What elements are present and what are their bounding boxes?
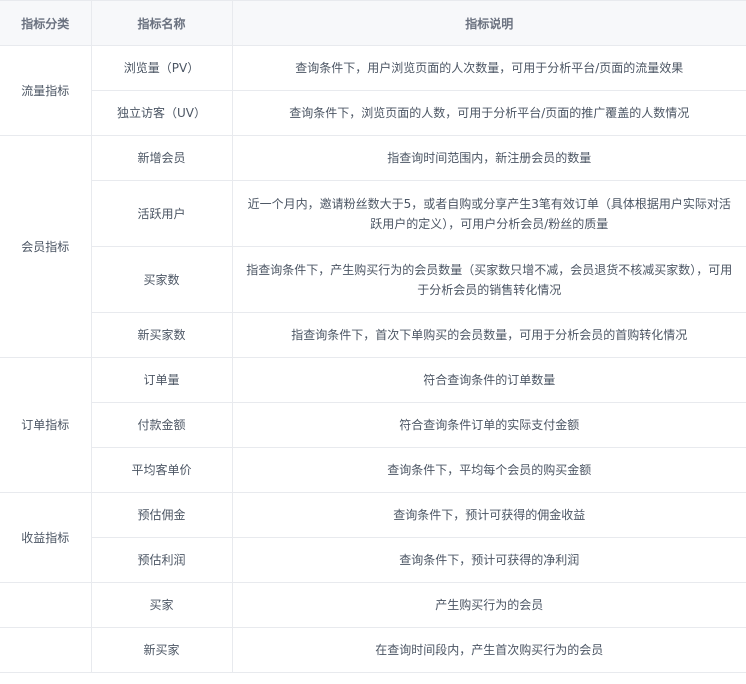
category-cell-member: 会员指标: [0, 135, 91, 358]
category-cell-order: 订单指标: [0, 357, 91, 493]
category-cell-empty: [0, 627, 91, 673]
metric-name: 付款金额: [90, 402, 232, 448]
header-category: 指标分类: [0, 0, 91, 46]
header-name: 指标名称: [90, 0, 232, 46]
metric-description: 指查询时间范围内，新注册会员的数量: [231, 135, 746, 181]
table-row: 预估利润 查询条件下，预计可获得的净利润: [0, 537, 746, 583]
table-row: 会员指标 新增会员 指查询时间范围内，新注册会员的数量: [0, 135, 746, 358]
table-row: 独立访客（UV） 查询条件下，浏览页面的人数，可用于分析平台/页面的推广覆盖的人…: [0, 90, 746, 136]
table-row: 活跃用户 近一个月内，邀请粉丝数大于5，或者自购或分享产生3笔有效订单（具体根据…: [0, 180, 746, 247]
metric-name: 活跃用户: [90, 180, 232, 247]
table-row: 流量指标 浏览量（PV） 查询条件下，用户浏览页面的人次数量，可用于分析平台/页…: [0, 45, 746, 136]
table-row: 买家数 指查询条件下，产生购买行为的会员数量（买家数只增不减，会员退货不核减买家…: [0, 246, 746, 313]
table-row: 订单指标 订单量 符合查询条件的订单数量: [0, 357, 746, 493]
metric-name: 新增会员: [90, 135, 232, 181]
table-row: 平均客单价 查询条件下，平均每个会员的购买金额: [0, 447, 746, 493]
metric-name: 买家数: [90, 246, 232, 313]
metric-description: 查询条件下，用户浏览页面的人次数量，可用于分析平台/页面的流量效果: [231, 45, 746, 91]
table-row: 新买家数 指查询条件下，首次下单购买的会员数量，可用于分析会员的首购转化情况: [0, 312, 746, 358]
metric-description: 在查询时间段内，产生首次购买行为的会员: [231, 627, 746, 673]
metric-description: 查询条件下，浏览页面的人数，可用于分析平台/页面的推广覆盖的人数情况: [231, 90, 746, 136]
metric-description: 符合查询条件的订单数量: [231, 357, 746, 403]
metric-name: 独立访客（UV）: [90, 90, 232, 136]
category-cell-traffic: 流量指标: [0, 45, 91, 136]
metric-name: 预估佣金: [90, 492, 232, 538]
metric-description: 指查询条件下，首次下单购买的会员数量，可用于分析会员的首购转化情况: [231, 312, 746, 358]
header-description: 指标说明: [231, 0, 746, 46]
metric-name: 浏览量（PV）: [90, 45, 232, 91]
metric-name: 平均客单价: [90, 447, 232, 493]
metric-description: 指查询条件下，产生购买行为的会员数量（买家数只增不减，会员退货不核减买家数），可…: [231, 246, 746, 313]
metric-name: 订单量: [90, 357, 232, 403]
metric-name: 新买家: [90, 627, 232, 673]
table-row: 新买家 在查询时间段内，产生首次购买行为的会员: [0, 627, 746, 673]
metric-description: 近一个月内，邀请粉丝数大于5，或者自购或分享产生3笔有效订单（具体根据用户实际对…: [231, 180, 746, 247]
category-cell-empty: [0, 582, 91, 628]
metric-description: 查询条件下，预计可获得的净利润: [231, 537, 746, 583]
category-cell-revenue: 收益指标: [0, 492, 91, 583]
metric-description: 查询条件下，平均每个会员的购买金额: [231, 447, 746, 493]
metric-name: 预估利润: [90, 537, 232, 583]
table-row: 买家 产生购买行为的会员: [0, 582, 746, 628]
metric-name: 买家: [90, 582, 232, 628]
table-row: 收益指标 预估佣金 查询条件下，预计可获得的佣金收益: [0, 492, 746, 583]
table-row: 付款金额 符合查询条件订单的实际支付金额: [0, 402, 746, 448]
metric-description: 符合查询条件订单的实际支付金额: [231, 402, 746, 448]
table-header-row: 指标分类 指标名称 指标说明: [0, 0, 746, 46]
metrics-table: 指标分类 指标名称 指标说明 流量指标 浏览量（PV） 查询条件下，用户浏览页面…: [0, 0, 746, 673]
metric-description: 产生购买行为的会员: [231, 582, 746, 628]
metric-description: 查询条件下，预计可获得的佣金收益: [231, 492, 746, 538]
metric-name: 新买家数: [90, 312, 232, 358]
